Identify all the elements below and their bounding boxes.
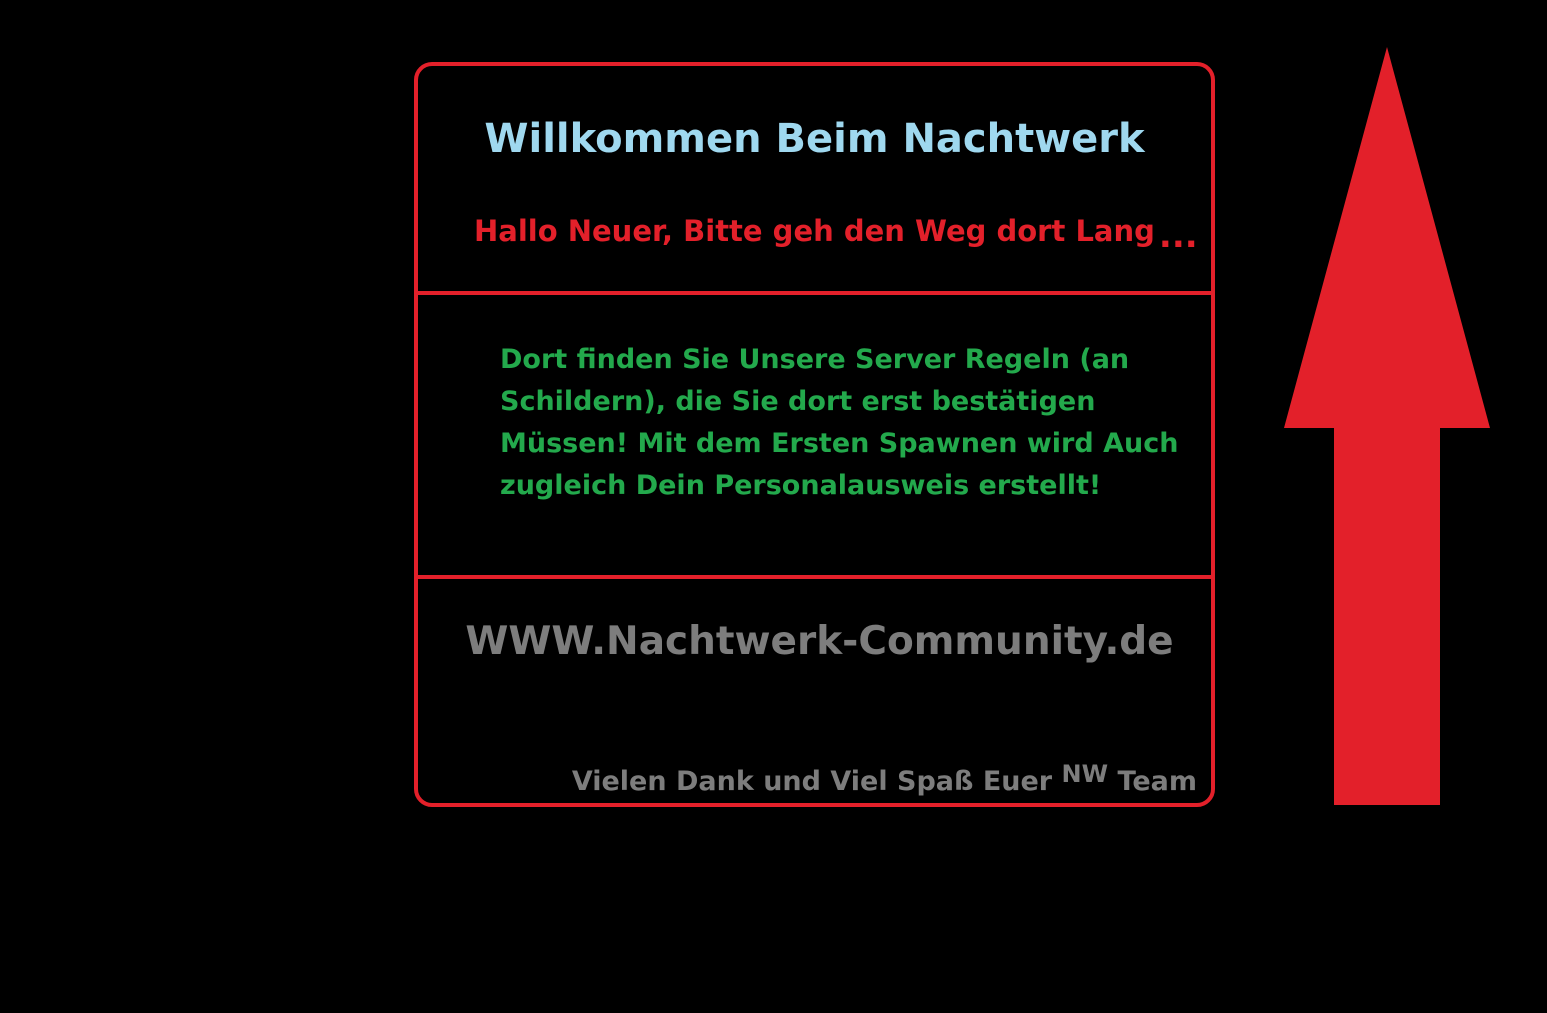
welcome-panel: Willkommen Beim Nachtwerk Hallo Neuer, B… — [414, 62, 1215, 807]
divider-top — [418, 291, 1211, 295]
thanks-text: Vielen Dank und Viel Spaß Euer NW Team — [571, 760, 1198, 797]
greeting-text: Hallo Neuer, Bitte geh den Weg dort Lang… — [474, 210, 1198, 256]
up-arrow-icon — [1284, 47, 1490, 805]
greeting-dots: ... — [1158, 216, 1198, 256]
thanks-team-abbrev: NW — [1061, 760, 1109, 788]
panel-title: Willkommen Beim Nachtwerk — [484, 116, 1145, 162]
website-text: WWW.Nachtwerk-Community.de — [465, 619, 1174, 664]
divider-bottom — [418, 575, 1211, 579]
thanks-after: Team — [1117, 766, 1198, 797]
greeting-label: Hallo Neuer, Bitte geh den Weg dort Lang — [474, 214, 1155, 248]
thanks-before: Vielen Dank und Viel Spaß Euer — [571, 766, 1053, 797]
rules-text: Dort finden Sie Unsere Server Regeln (an… — [500, 344, 1179, 501]
